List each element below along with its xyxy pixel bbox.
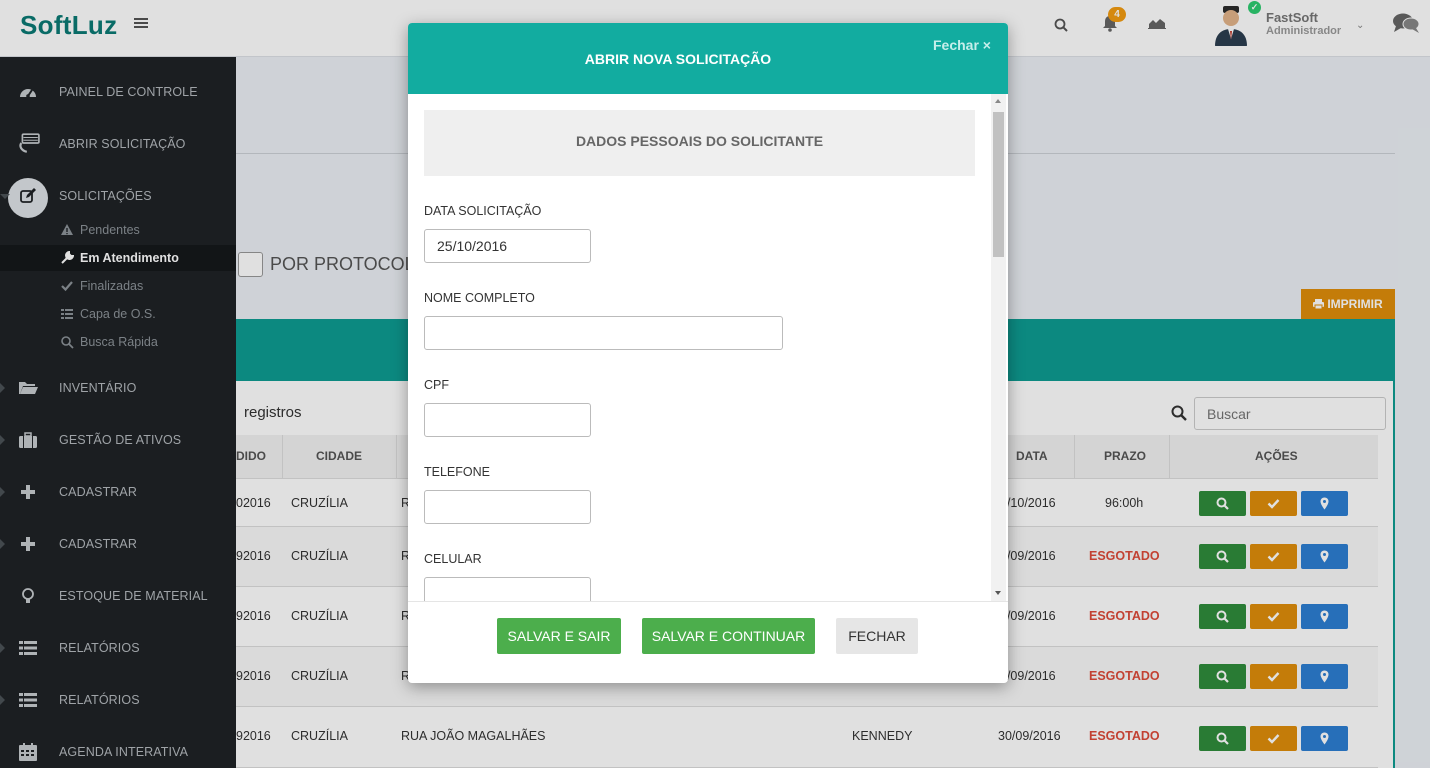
- field-label-cpf: CPF: [424, 378, 449, 392]
- nome-completo-input[interactable]: [424, 316, 783, 350]
- section-header: DADOS PESSOAIS DO SOLICITANTE: [424, 110, 975, 176]
- celular-input[interactable]: [424, 577, 591, 601]
- modal-scrollbar[interactable]: [991, 94, 1006, 601]
- field-label-nome-completo: NOME COMPLETO: [424, 291, 535, 305]
- save-exit-button[interactable]: SALVAR E SAIR: [497, 618, 621, 654]
- field-label-data-solicitacao: DATA SOLICITAÇÃO: [424, 204, 542, 218]
- modal-close-button[interactable]: Fechar ×: [933, 37, 991, 53]
- scrollbar-thumb[interactable]: [993, 112, 1004, 257]
- close-button[interactable]: FECHAR: [836, 618, 918, 654]
- modal-title: ABRIR NOVA SOLICITAÇÃO: [584, 51, 772, 67]
- scroll-up-arrow-icon[interactable]: [995, 99, 1001, 103]
- field-label-celular: CELULAR: [424, 552, 482, 566]
- new-request-modal: ABRIR NOVA SOLICITAÇÃO Fechar × DADOS PE…: [408, 23, 1008, 683]
- modal-header: ABRIR NOVA SOLICITAÇÃO Fechar ×: [408, 23, 1008, 94]
- save-continue-button[interactable]: SALVAR E CONTINUAR: [642, 618, 815, 654]
- scroll-down-arrow-icon[interactable]: [995, 591, 1001, 595]
- cpf-input[interactable]: [424, 403, 591, 437]
- field-label-telefone: TELEFONE: [424, 465, 490, 479]
- telefone-input[interactable]: [424, 490, 591, 524]
- section-title: DADOS PESSOAIS DO SOLICITANTE: [575, 133, 824, 149]
- modal-body[interactable]: DADOS PESSOAIS DO SOLICITANTE DATA SOLIC…: [408, 94, 1008, 602]
- data-solicitacao-input[interactable]: [424, 229, 591, 263]
